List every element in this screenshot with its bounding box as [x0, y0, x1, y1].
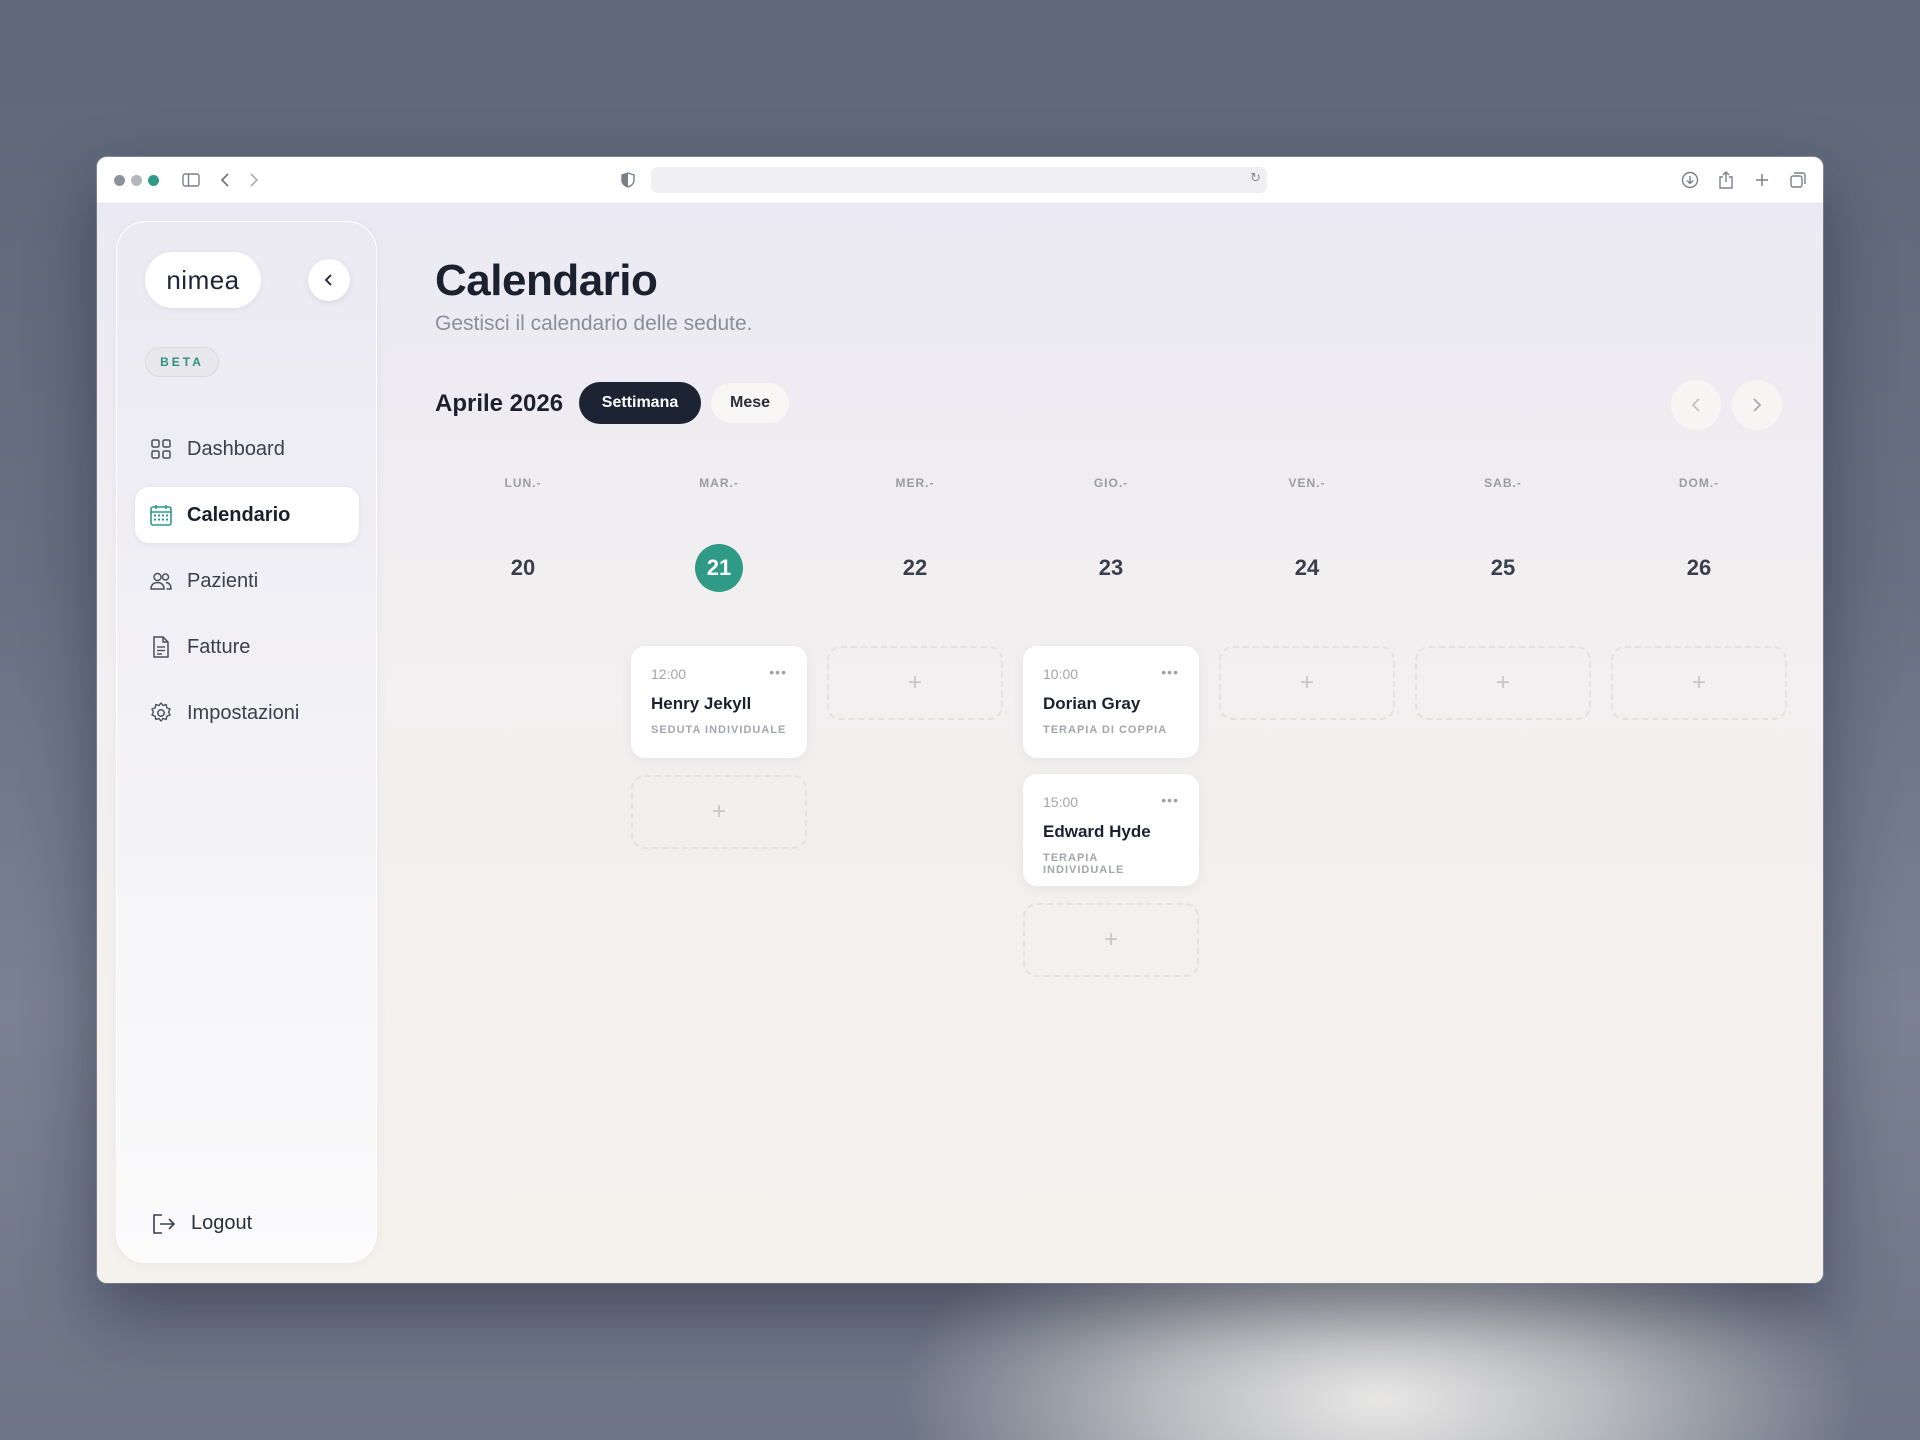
view-week-button[interactable]: Settimana	[579, 382, 701, 424]
new-tab-icon[interactable]	[1751, 169, 1773, 191]
logout-icon	[153, 1213, 176, 1234]
add-appointment-button[interactable]: +	[1219, 646, 1395, 720]
minimize-window-button[interactable]	[131, 174, 142, 186]
appointment-card[interactable]: 15:00 ••• Edward Hyde TERAPIA INDIVIDUAL…	[1023, 774, 1199, 886]
more-options-icon[interactable]: •••	[1161, 664, 1179, 680]
window-controls	[114, 174, 159, 186]
appointment-time: 12:00	[651, 666, 687, 682]
back-icon[interactable]	[214, 169, 236, 191]
day-number[interactable]: 22	[891, 544, 939, 592]
logout-button[interactable]: Logout	[151, 1212, 252, 1235]
sidebar-icon[interactable]	[180, 169, 202, 191]
day-of-week-label: SAB.-	[1484, 476, 1522, 490]
view-month-button[interactable]: Mese	[710, 382, 790, 424]
grid-icon	[151, 439, 171, 459]
users-icon	[150, 572, 172, 590]
day-number-today[interactable]: 21	[695, 544, 743, 592]
patient-name: Henry Jekyll	[651, 694, 752, 713]
sidebar-item-pazienti[interactable]: Pazienti	[135, 553, 359, 609]
sidebar-item-calendario[interactable]: Calendario	[135, 487, 359, 543]
day-of-week-label: MAR.-	[699, 476, 739, 490]
forward-icon[interactable]	[243, 169, 265, 191]
day-number[interactable]: 25	[1479, 544, 1527, 592]
chevron-right-icon	[1753, 398, 1762, 412]
day-number[interactable]: 20	[499, 544, 547, 592]
appointment-card[interactable]: 12:00 ••• Henry Jekyll SEDUTA INDIVIDUAL…	[631, 646, 807, 758]
tabs-overview-icon[interactable]	[1787, 169, 1809, 191]
gear-icon	[151, 702, 171, 722]
day-of-week-label: MER.-	[895, 476, 935, 490]
page-subtitle: Gestisci il calendario delle sedute.	[435, 312, 753, 335]
address-bar[interactable]: ↻	[651, 167, 1267, 193]
session-type: SEDUTA INDIVIDUALE	[651, 724, 787, 736]
share-icon[interactable]	[1715, 169, 1737, 191]
day-of-week-label: VEN.-	[1288, 476, 1326, 490]
reload-icon[interactable]: ↻	[1250, 170, 1261, 186]
add-appointment-button[interactable]: +	[631, 775, 807, 849]
more-options-icon[interactable]: •••	[769, 664, 787, 680]
sidebar-nav: Dashboard Calendario Pazienti Fatture Im…	[135, 421, 359, 751]
day-number[interactable]: 26	[1675, 544, 1723, 592]
session-type: TERAPIA DI COPPIA	[1043, 724, 1168, 736]
sidebar-item-dashboard[interactable]: Dashboard	[135, 421, 359, 477]
next-week-button[interactable]	[1731, 379, 1783, 431]
session-type: TERAPIA INDIVIDUALE	[1043, 852, 1125, 876]
sidebar-item-label: Impostazioni	[187, 701, 300, 724]
download-icon[interactable]	[1679, 169, 1701, 191]
page-title: Calendario	[435, 256, 658, 305]
close-window-button[interactable]	[114, 174, 125, 186]
sidebar-item-label: Pazienti	[187, 569, 259, 592]
patient-name: Edward Hyde	[1043, 822, 1151, 841]
app-container: nimea BETA Dashboard Calendario Pazienti	[97, 204, 1823, 1283]
sidebar-item-label: Dashboard	[187, 437, 285, 460]
day-number[interactable]: 23	[1087, 544, 1135, 592]
day-number[interactable]: 24	[1283, 544, 1331, 592]
previous-week-button[interactable]	[1670, 379, 1722, 431]
zoom-window-button[interactable]	[148, 174, 159, 186]
sidebar-item-fatture[interactable]: Fatture	[135, 619, 359, 675]
add-appointment-button[interactable]: +	[1611, 646, 1787, 720]
more-options-icon[interactable]: •••	[1161, 792, 1179, 808]
document-icon	[153, 636, 169, 658]
day-of-week-label: LUN.-	[504, 476, 542, 490]
add-appointment-button[interactable]: +	[827, 646, 1003, 720]
beta-badge: BETA	[145, 347, 219, 377]
browser-window: ↻ nimea BETA Dashboard Calendario Pazien…	[97, 157, 1823, 1283]
chevron-left-icon	[324, 274, 332, 286]
chevron-left-icon	[1691, 398, 1700, 412]
sidebar-item-impostazioni[interactable]: Impostazioni	[135, 685, 359, 741]
main-content: Calendario Gestisci il calendario delle …	[435, 204, 1788, 1283]
logout-label: Logout	[191, 1212, 253, 1234]
day-of-week-label: DOM.-	[1678, 476, 1720, 490]
appointment-time: 10:00	[1043, 666, 1079, 682]
add-appointment-button[interactable]: +	[1023, 903, 1199, 977]
privacy-shield-icon[interactable]	[617, 169, 639, 191]
calendar-icon	[150, 505, 172, 526]
app-logo[interactable]: nimea	[145, 252, 261, 308]
patient-name: Dorian Gray	[1043, 694, 1141, 713]
browser-titlebar: ↻	[97, 157, 1823, 204]
day-of-week-label: GIO.-	[1093, 476, 1129, 490]
collapse-sidebar-button[interactable]	[308, 259, 350, 301]
add-appointment-button[interactable]: +	[1415, 646, 1591, 720]
current-month: Aprile 2026	[435, 390, 564, 417]
sidebar-item-label: Fatture	[187, 635, 251, 658]
appointment-time: 15:00	[1043, 794, 1079, 810]
appointment-card[interactable]: 10:00 ••• Dorian Gray TERAPIA DI COPPIA	[1023, 646, 1199, 758]
sidebar: nimea BETA Dashboard Calendario Pazienti	[116, 221, 377, 1263]
sidebar-item-label: Calendario	[187, 503, 291, 526]
